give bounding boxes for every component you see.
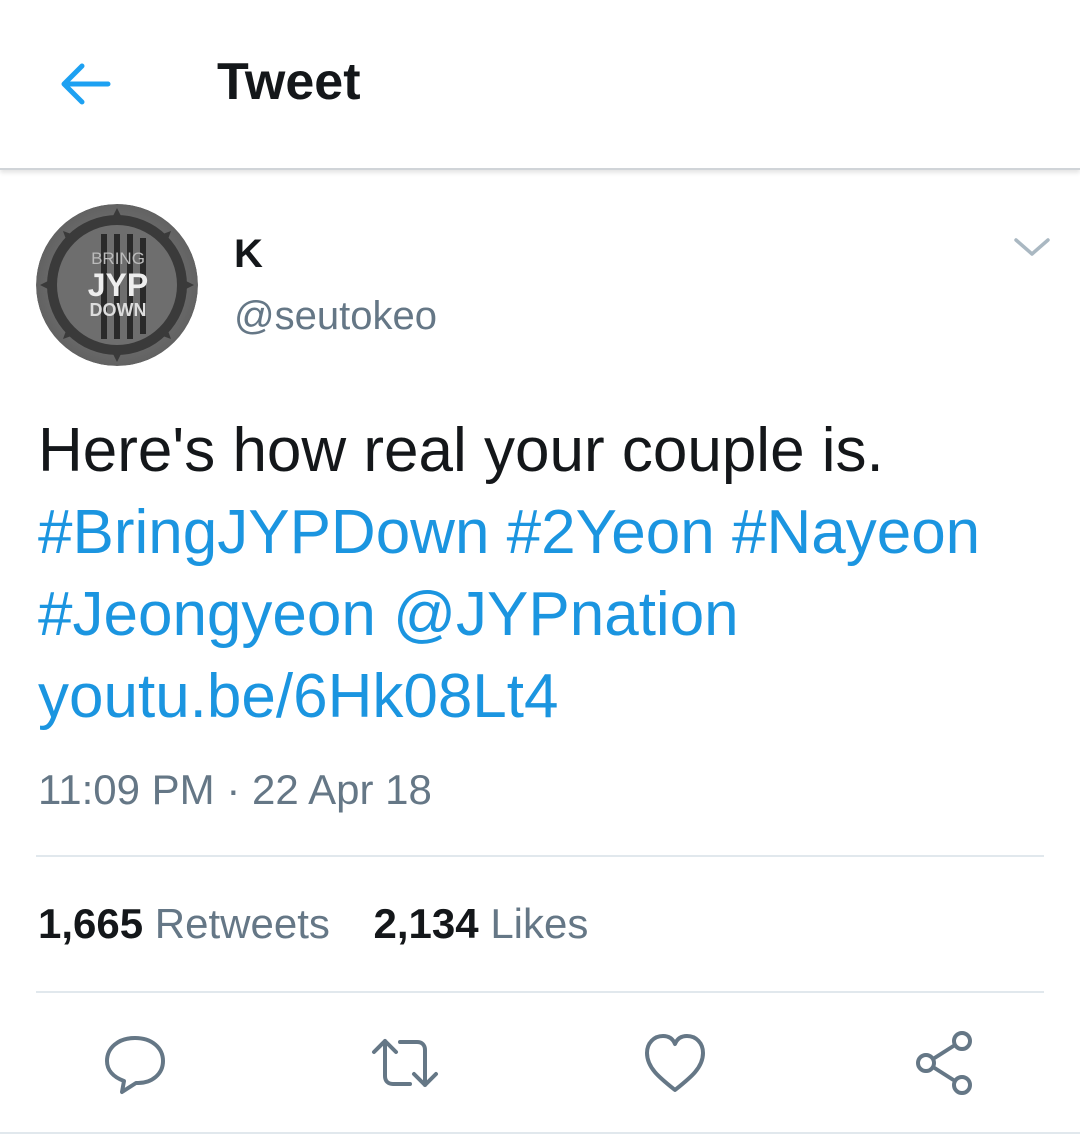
divider bbox=[36, 991, 1044, 993]
retweets-stat[interactable]: 1,665 Retweets bbox=[38, 900, 330, 947]
retweet-icon bbox=[372, 1039, 438, 1087]
svg-text:DOWN: DOWN bbox=[90, 300, 147, 320]
tweet-stats: 1,665 Retweets 2,134 Likes bbox=[38, 900, 588, 948]
reply-icon bbox=[105, 1036, 165, 1094]
share-icon bbox=[916, 1031, 972, 1095]
hashtag-link[interactable]: #Jeongyeon bbox=[38, 580, 376, 649]
tweet-text: Here's how real your couple is. #BringJY… bbox=[38, 410, 1058, 738]
page-title: Tweet bbox=[217, 53, 361, 111]
tweet-date: 22 Apr 18 bbox=[252, 766, 432, 813]
likes-stat[interactable]: 2,134 Likes bbox=[374, 900, 589, 947]
share-button[interactable] bbox=[910, 1028, 980, 1098]
svg-text:BRING: BRING bbox=[91, 249, 145, 268]
avatar-logo-image: BRING JYP DOWN bbox=[36, 204, 198, 366]
arrow-left-icon bbox=[61, 63, 111, 105]
hashtag-link[interactable]: #2Yeon bbox=[507, 498, 715, 567]
timestamp-separator: · bbox=[226, 766, 241, 813]
reply-button[interactable] bbox=[100, 1028, 170, 1098]
avatar[interactable]: BRING JYP DOWN bbox=[36, 204, 198, 366]
hashtag-link[interactable]: #BringJYPDown bbox=[38, 498, 489, 567]
retweet-button[interactable] bbox=[370, 1028, 440, 1098]
likes-count: 2,134 bbox=[373, 900, 479, 947]
retweets-count: 1,665 bbox=[38, 900, 144, 947]
tweet-time: 11:09 PM bbox=[38, 766, 215, 813]
like-button[interactable] bbox=[640, 1028, 710, 1098]
hashtag-link[interactable]: #Nayeon bbox=[732, 498, 980, 567]
tweet-menu-button[interactable] bbox=[1010, 230, 1054, 266]
top-bar: Tweet bbox=[0, 0, 1080, 170]
like-icon bbox=[645, 1034, 705, 1092]
svg-text:JYP: JYP bbox=[88, 267, 148, 303]
url-link[interactable]: youtu.be/6Hk08Lt4 bbox=[38, 662, 559, 731]
back-button[interactable] bbox=[54, 56, 116, 112]
mention-link[interactable]: @JYPnation bbox=[393, 580, 739, 649]
divider bbox=[36, 855, 1044, 857]
tweet-timestamp: 11:09 PM · 22 Apr 18 bbox=[38, 766, 432, 814]
chevron-down-icon bbox=[1014, 238, 1050, 256]
tweet-body-text: Here's how real your couple is. bbox=[38, 416, 884, 485]
divider bbox=[0, 1132, 1080, 1134]
author-name[interactable]: K bbox=[234, 232, 263, 277]
author-handle[interactable]: @seutokeo bbox=[234, 294, 437, 339]
retweets-label: Retweets bbox=[154, 900, 330, 947]
likes-label: Likes bbox=[490, 900, 589, 947]
